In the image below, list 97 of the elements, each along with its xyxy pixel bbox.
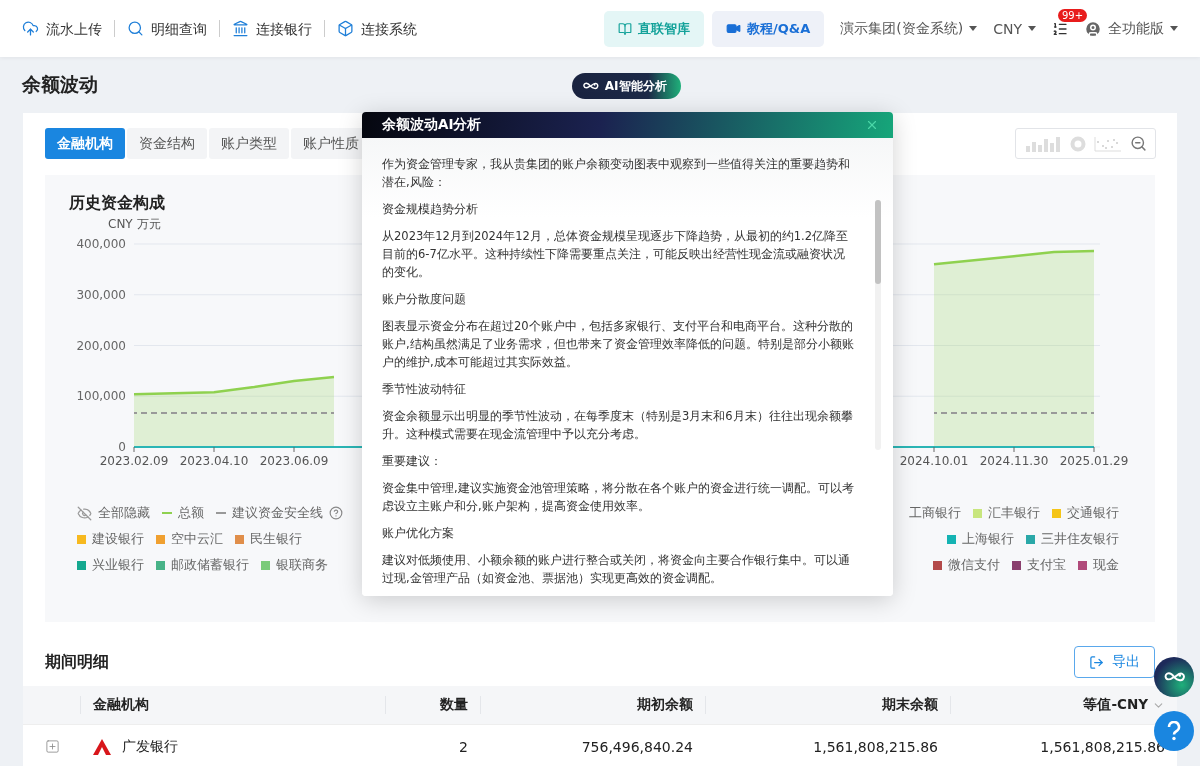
section-title: 期间明细 — [45, 651, 109, 673]
video-icon — [726, 21, 742, 36]
bar-chart-icon — [1024, 135, 1062, 152]
legend-item[interactable]: 银联商务 — [261, 556, 328, 574]
analysis-paragraph: 账户分散度问题 — [382, 291, 467, 308]
scatter-chart-button[interactable] — [1094, 135, 1122, 152]
column-header: 数量 — [385, 696, 480, 714]
table-cell-text: 1,561,808,215.86 — [1039, 738, 1166, 755]
y-tick-label: 300,000 — [76, 287, 126, 302]
bar-chart-button[interactable] — [1024, 135, 1062, 152]
analysis-paragraph: 图表显示资金分布在超过20个账户中，包括多家银行、支付平台和电商平台。这种分散的账户,结构虽然满足了业务需求，但也带来了资金管理效率降低的问题。特别是部分小额账户的维护,成本可能超过其实际效益。 — [382, 318, 855, 371]
column-header: 期末余额 — [705, 696, 950, 714]
question-icon — [1167, 721, 1181, 741]
ai-logo-icon — [582, 80, 599, 92]
analysis-paragraph: 资金集中管理,建议实施资金池管理策略，将分散在各个账户的资金进行统一调配。可以考虑设立主账户和分,账户架构，提高资金使用效率。 — [382, 480, 855, 515]
legend-item[interactable]: 工商银行 — [909, 504, 961, 522]
analysis-paragraph: 作为资金管理专家，我从贵集团的账户余额变动图表中观察到一些值得关注的重要趋势和潜在,风险： — [382, 156, 851, 191]
donut-chart-button[interactable] — [1070, 135, 1086, 152]
table-cell-text: 2 — [458, 738, 469, 755]
legend-item[interactable]: 现金 — [1078, 556, 1119, 574]
page-title: 余额波动 — [22, 72, 98, 97]
search-icon — [127, 20, 144, 37]
legend-item[interactable]: 微信支付 — [933, 556, 1000, 574]
y-tick-label: 400,000 — [76, 237, 126, 251]
legend-item[interactable]: 总额 — [162, 504, 204, 522]
nav-link[interactable]: 流水上传 — [22, 20, 115, 37]
legend-item[interactable]: 交通银行 — [1052, 504, 1119, 522]
avatar-icon — [1084, 19, 1102, 38]
legend-item[interactable]: 兴业银行 — [77, 556, 144, 574]
book-icon — [618, 21, 633, 36]
tab[interactable]: 账户类型 — [209, 128, 289, 159]
legend-item[interactable]: 建议资金安全线 — [216, 504, 343, 522]
x-tick-label: 2023.02.09 — [99, 454, 169, 468]
cloud-upload-icon — [22, 20, 39, 37]
eye-off-icon — [77, 505, 92, 521]
legend-item[interactable]: 民生银行 — [235, 530, 302, 548]
bank-icon — [232, 20, 249, 37]
analysis-paragraph: 资金规模趋势分析 — [382, 201, 479, 218]
notification-badge: 99+ — [1058, 8, 1088, 22]
y-axis-label: CNY 万元 — [108, 217, 161, 231]
legend-item[interactable]: 汇丰银行 — [973, 504, 1040, 522]
expand-icon — [45, 739, 60, 754]
tab[interactable]: 金融机构 — [45, 128, 125, 159]
caret-icon — [1028, 26, 1036, 31]
tab[interactable]: 资金结构 — [127, 128, 207, 159]
user-menu[interactable]: 全功能版 — [1076, 19, 1186, 38]
export-button[interactable]: 导出 — [1074, 646, 1155, 678]
nav-link[interactable]: 连接系统 — [325, 20, 429, 37]
caret-icon — [969, 26, 978, 31]
analysis-paragraph: 从2023年12月到2024年12月，总体资金规模呈现逐步下降趋势，从最初的约1.2亿降至目前的6-7亿水平。这种持续性下降需要重点关注，可能反映出经营性现金流或融资状况的变化。 — [382, 228, 850, 281]
legend-item[interactable]: 三井住友银行 — [1026, 530, 1119, 548]
analysis-paragraph: 重要建议： — [382, 453, 443, 470]
legend-item[interactable]: 空中云汇 — [156, 530, 223, 548]
table-cell-text: 1,561,808,215.86 — [812, 738, 939, 755]
zoom-out-icon — [1130, 135, 1147, 152]
bank-logo-icon — [92, 737, 112, 756]
legend-item[interactable]: 支付宝 — [1012, 556, 1066, 574]
cube-icon — [337, 20, 354, 37]
scrollbar-thumb[interactable] — [875, 200, 881, 284]
chart-title: 历史资金构成 — [69, 193, 165, 214]
caret-icon — [1170, 26, 1178, 31]
table-cell-text: 756,496,840.24 — [580, 738, 694, 755]
analysis-paragraph: 账户优化方案 — [382, 525, 455, 542]
export-icon — [1089, 654, 1104, 670]
tutorial-button[interactable]: 教程/Q&A — [712, 10, 825, 47]
x-tick-label: 2024.11.30 — [979, 454, 1049, 468]
analysis-paragraph: 建议对低频使用、小额余额的账户进行整合或关闭，将资金向主要合作银行集中。可以通过现,金管理产品（如资金池、票据池）实现更高效的资金调配。 — [382, 552, 851, 587]
ai-analysis-button[interactable]: AI智能分析 — [572, 73, 681, 99]
legend-item[interactable]: 全部隐藏 — [77, 504, 150, 522]
column-header: 金融机构 — [80, 696, 385, 714]
legend-item[interactable]: 建设银行 — [77, 530, 144, 548]
close-button[interactable] — [865, 118, 879, 132]
y-tick-label: 200,000 — [76, 338, 126, 353]
analysis-paragraph: 季节性波动特征 — [382, 381, 467, 398]
column-header: 期初余额 — [480, 696, 705, 714]
legend-item[interactable]: 邮政储蓄银行 — [156, 556, 249, 574]
zoom-out-button[interactable] — [1130, 135, 1147, 152]
y-tick-label: 100,000 — [76, 389, 126, 404]
x-tick-label: 2023.06.09 — [259, 454, 329, 468]
close-icon — [865, 118, 879, 132]
table-cell: 广发银行 — [122, 737, 178, 756]
x-tick-label: 2025.01.29 — [1059, 454, 1129, 468]
y-tick-label: 0 — [118, 440, 126, 454]
donut-icon — [1070, 135, 1086, 152]
list-icon — [1052, 20, 1068, 37]
ai-assistant-button[interactable] — [1154, 657, 1194, 697]
analysis-paragraph: 资金余额显示出明显的季节性波动，在每季度末（特别是3月末和6月末）往往出现余额攀升。这种模式需要在现金流管理中予以充分考虑。 — [382, 408, 854, 443]
org-select[interactable]: 演示集团(资金系统) — [832, 19, 986, 38]
x-tick-label: 2024.10.01 — [899, 454, 969, 468]
dialog-title: 余额波动AI分析 — [382, 116, 482, 134]
x-tick-label: 2023.04.10 — [179, 454, 249, 468]
legend-item[interactable]: 上海银行 — [947, 530, 1014, 548]
nav-link[interactable]: 连接银行 — [220, 20, 325, 37]
scatter-icon — [1094, 135, 1122, 152]
nav-link[interactable]: 明细查询 — [115, 20, 220, 37]
help-icon — [329, 506, 343, 520]
currency-select[interactable]: CNY — [985, 20, 1044, 37]
